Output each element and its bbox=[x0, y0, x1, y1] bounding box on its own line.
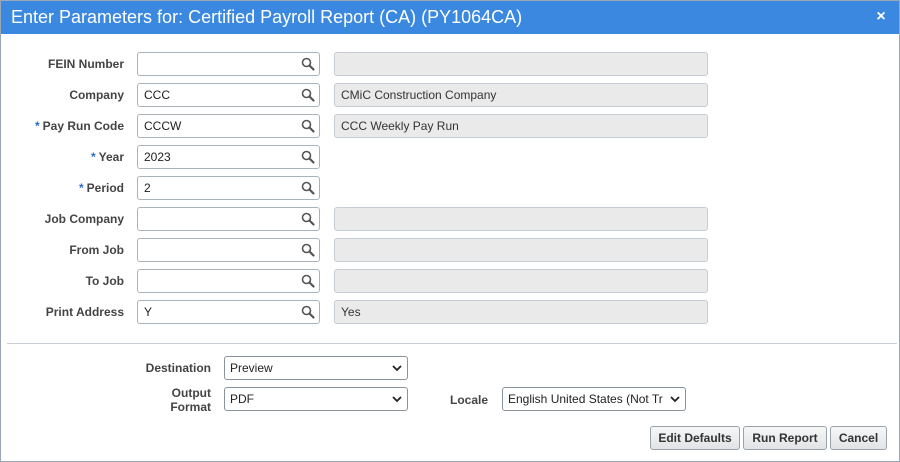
output-format-label-line1: Output bbox=[171, 386, 211, 400]
param-input[interactable] bbox=[138, 177, 298, 199]
output-format-label-line2: Format bbox=[170, 400, 211, 414]
param-label-text: From Job bbox=[69, 243, 124, 257]
param-row: *Pay Run Code CCC Weekly Pay Run bbox=[1, 114, 900, 138]
param-label-text: Print Address bbox=[45, 305, 124, 319]
param-input[interactable] bbox=[138, 115, 298, 137]
param-input[interactable] bbox=[138, 84, 298, 106]
param-field bbox=[137, 52, 320, 76]
param-row: FEIN Number bbox=[1, 52, 900, 76]
cancel-button[interactable]: Cancel bbox=[830, 426, 887, 450]
param-field bbox=[137, 176, 320, 200]
destination-value: Preview bbox=[230, 361, 273, 375]
param-row: From Job bbox=[1, 238, 900, 262]
param-description bbox=[334, 52, 708, 76]
param-row: * Period bbox=[1, 176, 900, 200]
param-field bbox=[137, 238, 320, 262]
locale-label: Locale bbox=[449, 393, 488, 407]
param-row: * Year bbox=[1, 145, 900, 169]
param-label: FEIN Number bbox=[0, 52, 124, 76]
dialog-titlebar[interactable]: Enter Parameters for: Certified Payroll … bbox=[1, 1, 899, 34]
param-label-text: FEIN Number bbox=[47, 57, 124, 71]
param-input[interactable] bbox=[138, 270, 298, 292]
search-icon[interactable] bbox=[301, 305, 315, 319]
output-format-label: Output Format bbox=[101, 386, 211, 414]
param-label: From Job bbox=[0, 238, 124, 262]
search-icon[interactable] bbox=[301, 88, 315, 102]
param-description: CMiC Construction Company bbox=[334, 83, 708, 107]
output-format-select[interactable]: PDF bbox=[224, 387, 408, 411]
param-label: Job Company bbox=[0, 207, 124, 231]
param-row: Print Address Yes bbox=[1, 300, 900, 324]
locale-select[interactable]: English United States (Not Tr bbox=[502, 387, 686, 411]
required-marker: * bbox=[90, 150, 96, 164]
search-icon[interactable] bbox=[301, 181, 315, 195]
chevron-down-icon bbox=[392, 365, 402, 372]
param-description bbox=[334, 207, 708, 231]
output-format-value: PDF bbox=[230, 392, 254, 406]
param-field bbox=[137, 83, 320, 107]
param-input[interactable] bbox=[138, 53, 298, 75]
search-icon[interactable] bbox=[301, 243, 315, 257]
destination-select[interactable]: Preview bbox=[224, 356, 408, 380]
param-field bbox=[137, 145, 320, 169]
locale-value: English United States (Not Tr bbox=[508, 392, 663, 406]
param-input[interactable] bbox=[138, 146, 298, 168]
edit-defaults-button[interactable]: Edit Defaults bbox=[650, 426, 740, 450]
chevron-down-icon bbox=[392, 396, 402, 403]
param-label-text: Company bbox=[69, 88, 124, 102]
search-icon[interactable] bbox=[301, 119, 315, 133]
param-label-text: Job Company bbox=[44, 212, 124, 226]
param-field bbox=[137, 300, 320, 324]
search-icon[interactable] bbox=[301, 57, 315, 71]
param-field bbox=[137, 207, 320, 231]
param-label: * Pay Run Code bbox=[0, 114, 124, 138]
param-row: To Job bbox=[1, 269, 900, 293]
dialog-title: Enter Parameters for: Certified Payroll … bbox=[11, 7, 523, 27]
param-input[interactable] bbox=[138, 239, 298, 261]
search-icon[interactable] bbox=[301, 212, 315, 226]
param-field bbox=[137, 269, 320, 293]
search-icon[interactable] bbox=[301, 274, 315, 288]
param-description bbox=[334, 269, 708, 293]
run-report-button[interactable]: Run Report bbox=[743, 426, 827, 450]
param-description: CCC Weekly Pay Run bbox=[334, 114, 708, 138]
param-row: Job Company bbox=[1, 207, 900, 231]
chevron-down-icon bbox=[670, 396, 680, 403]
search-icon[interactable] bbox=[301, 150, 315, 164]
param-description bbox=[334, 238, 708, 262]
param-label-text: Pay Run Code bbox=[42, 119, 124, 133]
param-description: Yes bbox=[334, 300, 708, 324]
destination-label: Destination bbox=[145, 361, 211, 375]
param-input[interactable] bbox=[138, 301, 298, 323]
parameters-dialog: Enter Parameters for: Certified Payroll … bbox=[0, 0, 900, 462]
param-row: Company CMiC Construction Company bbox=[1, 83, 900, 107]
param-label-text: Year bbox=[98, 150, 124, 164]
param-label-text: Period bbox=[86, 181, 124, 195]
param-label: To Job bbox=[0, 269, 124, 293]
param-label: * Period bbox=[0, 176, 124, 200]
param-label: Company bbox=[0, 83, 124, 107]
required-marker: * bbox=[78, 181, 84, 195]
section-divider bbox=[7, 343, 897, 344]
param-input[interactable] bbox=[138, 208, 298, 230]
param-field bbox=[137, 114, 320, 138]
required-marker: * bbox=[34, 119, 40, 133]
param-label-text: To Job bbox=[85, 274, 124, 288]
close-icon[interactable]: × bbox=[873, 8, 889, 26]
param-label: * Year bbox=[0, 145, 124, 169]
param-label: Print Address bbox=[0, 300, 124, 324]
